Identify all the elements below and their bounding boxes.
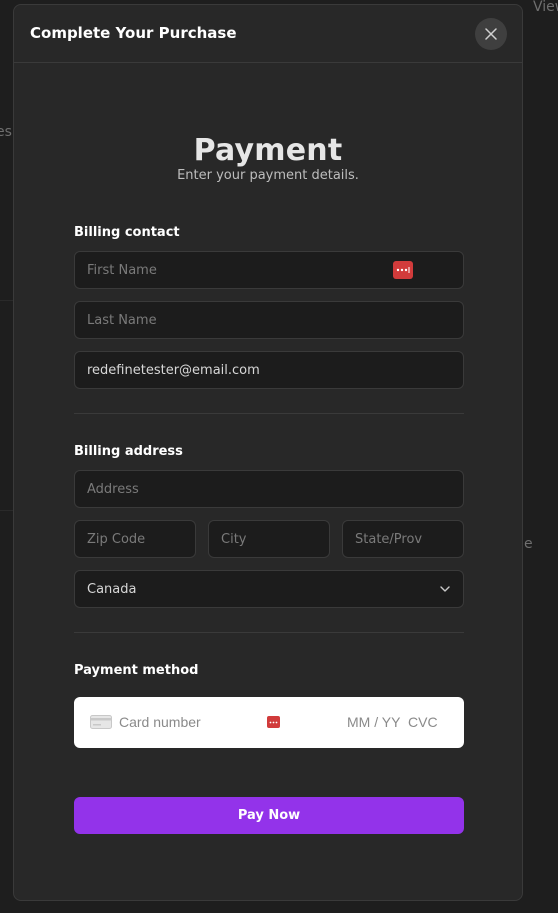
modal-title: Complete Your Purchase	[30, 24, 237, 42]
email-field[interactable]: redefinetester@email.com	[74, 351, 464, 389]
zip-code-field[interactable]	[74, 520, 196, 558]
password-manager-icon[interactable]	[267, 716, 280, 728]
background-divider	[0, 510, 13, 511]
country-value[interactable]: Canada	[87, 582, 463, 597]
card-number-input[interactable]: Card number	[119, 714, 201, 730]
background-divider	[0, 300, 13, 301]
last-name-input[interactable]	[87, 312, 463, 328]
address-field[interactable]	[74, 470, 464, 508]
zip-code-input[interactable]	[87, 531, 195, 547]
background-text-left: es	[0, 124, 12, 140]
chevron-down-icon	[440, 586, 450, 592]
expiry-input[interactable]: MM / YY	[347, 714, 400, 730]
section-divider	[74, 413, 464, 414]
state-input[interactable]	[355, 531, 463, 547]
billing-contact-label: Billing contact	[74, 225, 180, 240]
state-field[interactable]	[342, 520, 464, 558]
modal-header: Complete Your Purchase	[14, 5, 522, 63]
close-icon	[485, 28, 497, 40]
billing-address-label: Billing address	[74, 444, 183, 459]
city-input[interactable]	[221, 531, 329, 547]
last-name-field[interactable]	[74, 301, 464, 339]
credit-card-icon	[90, 715, 112, 729]
close-button[interactable]	[475, 18, 507, 50]
payment-heading: Payment	[193, 133, 343, 168]
purchase-modal: Complete Your Purchase Payment Enter you…	[13, 4, 523, 901]
cvc-input[interactable]: CVC	[408, 714, 438, 730]
payment-method-label: Payment method	[74, 663, 199, 678]
pay-now-button[interactable]: Pay Now	[74, 797, 464, 834]
background-text-view: View	[533, 0, 558, 15]
card-input[interactable]: Card number MM / YY CVC	[74, 697, 464, 748]
payment-subheading: Enter your payment details.	[177, 168, 359, 183]
city-field[interactable]	[208, 520, 330, 558]
background-text-right: e	[524, 536, 533, 552]
email-value[interactable]: redefinetester@email.com	[87, 363, 463, 378]
password-manager-icon[interactable]	[393, 261, 413, 279]
section-divider	[74, 632, 464, 633]
first-name-field[interactable]	[74, 251, 464, 289]
country-select[interactable]: Canada	[74, 570, 464, 608]
address-input[interactable]	[87, 481, 463, 497]
